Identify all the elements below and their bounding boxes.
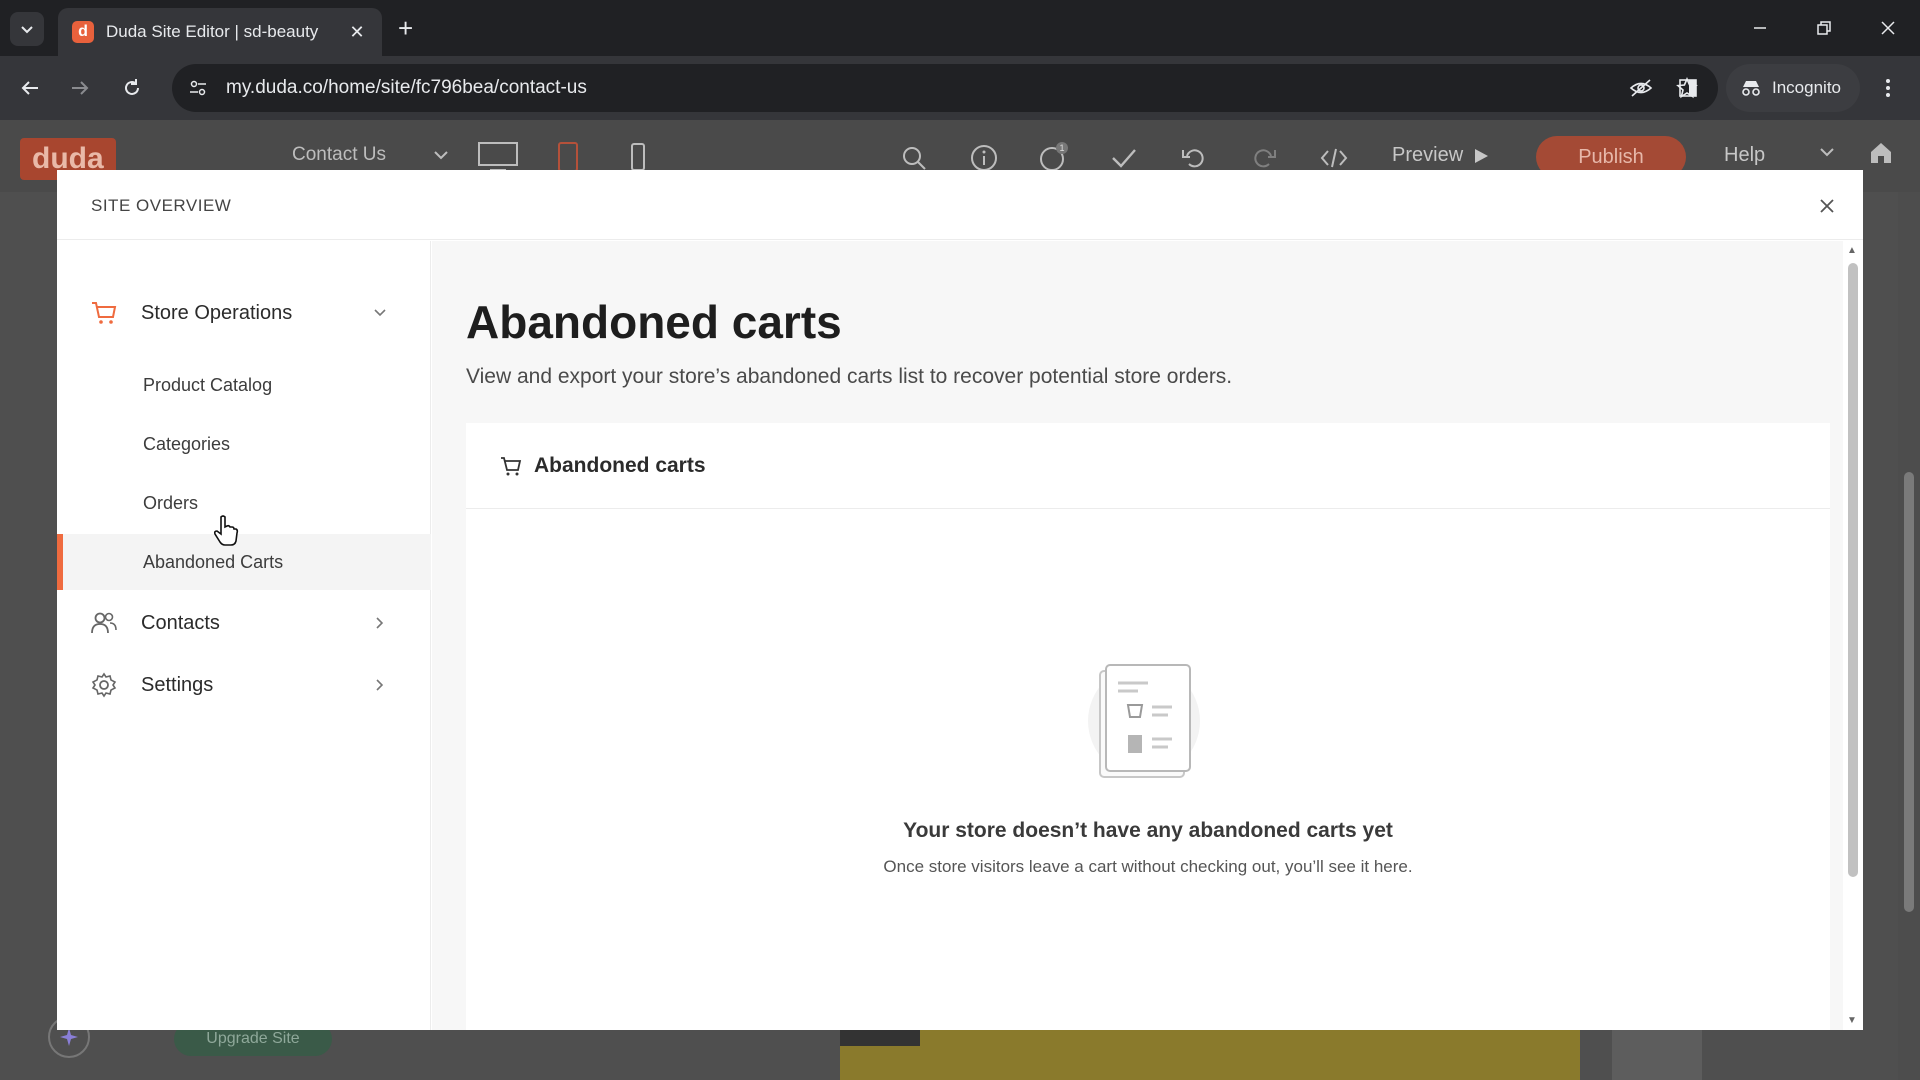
- sidebar-item-orders[interactable]: Orders: [57, 475, 431, 531]
- card-header: Abandoned carts: [466, 423, 1830, 509]
- restore-button[interactable]: [1792, 0, 1856, 56]
- preview-button[interactable]: Preview: [1392, 144, 1489, 167]
- chevron-down-icon: [21, 26, 33, 34]
- card-title: Abandoned carts: [534, 453, 706, 477]
- redo-icon: [1254, 149, 1276, 168]
- sidebar-item-abandoned-carts[interactable]: Abandoned Carts: [57, 534, 431, 590]
- home-icon: [1871, 143, 1891, 163]
- site-section-block: [1612, 1030, 1702, 1080]
- incognito-label: Incognito: [1772, 78, 1841, 97]
- incognito-icon: [1742, 81, 1760, 96]
- minimize-icon: [1754, 27, 1766, 29]
- site-info-icon[interactable]: [188, 78, 208, 98]
- help-button[interactable]: Help: [1724, 144, 1765, 167]
- tab-search-button[interactable]: [10, 12, 44, 46]
- scroll-down-icon[interactable]: ▼: [1847, 1015, 1857, 1026]
- close-window-button[interactable]: [1856, 0, 1920, 56]
- desktop-view-button[interactable]: [478, 142, 518, 172]
- site-section-strip: [840, 1030, 920, 1046]
- sidebar-item-product-catalog[interactable]: Product Catalog: [57, 357, 431, 413]
- browser-tab-active[interactable]: d Duda Site Editor | sd-beauty ✕: [58, 8, 382, 56]
- sidebar-group-label: Store Operations: [141, 301, 293, 324]
- gear-icon: [91, 672, 117, 698]
- code-icon: [1320, 148, 1348, 168]
- modal-scrollbar[interactable]: ▲ ▼: [1843, 241, 1863, 1030]
- page-subtitle: View and export your store’s abandoned c…: [466, 365, 1233, 388]
- tablet-view-button[interactable]: [548, 142, 588, 172]
- canvas-scroll-thumb[interactable]: [1904, 472, 1914, 912]
- mobile-view-button[interactable]: [618, 142, 658, 172]
- window-controls: [1728, 0, 1920, 56]
- abandoned-carts-card: Abandoned carts Your store doesn’t have …: [466, 423, 1830, 1030]
- help-chevron-icon[interactable]: [1820, 144, 1834, 162]
- minimize-button[interactable]: [1728, 0, 1792, 56]
- restore-icon: [1817, 21, 1831, 35]
- site-overview-modal: SITE OVERVIEW Store Operations Product C…: [57, 170, 1863, 1030]
- preview-label: Preview: [1392, 144, 1464, 166]
- chevron-right-icon: [365, 617, 395, 629]
- modal-title: SITE OVERVIEW: [91, 196, 232, 215]
- duda-favicon-icon: d: [72, 21, 94, 43]
- browser-menu-button[interactable]: [1872, 72, 1904, 104]
- arrow-left-icon: [21, 81, 38, 95]
- page-title: Abandoned carts: [466, 296, 842, 348]
- chevron-down-icon: [434, 151, 448, 160]
- desktop-icon: [478, 142, 518, 171]
- home-button[interactable]: [1868, 140, 1894, 171]
- sidebar-group-store-operations[interactable]: Store Operations: [57, 285, 431, 341]
- side-panel-icon: [1679, 79, 1697, 97]
- back-button[interactable]: [14, 72, 46, 104]
- site-section-preview: [840, 1030, 1580, 1080]
- overview-main-content: Abandoned carts View and export your sto…: [432, 241, 1843, 1030]
- browser-tabstrip: d Duda Site Editor | sd-beauty ✕ +: [0, 0, 1920, 56]
- modal-scroll-thumb[interactable]: [1848, 263, 1858, 877]
- tablet-icon: [558, 142, 578, 172]
- page-selector-label: Contact Us: [292, 144, 386, 165]
- sidebar-item-categories[interactable]: Categories: [57, 416, 431, 472]
- chevron-right-icon: [365, 679, 395, 691]
- modal-close-button[interactable]: [1813, 192, 1841, 220]
- empty-state-document-icon: [1082, 659, 1206, 788]
- reload-button[interactable]: [116, 72, 148, 104]
- empty-state-subtitle: Once store visitors leave a cart without…: [883, 857, 1413, 876]
- new-tab-button[interactable]: +: [398, 14, 413, 42]
- info-icon: [971, 145, 997, 171]
- people-icon: [91, 610, 117, 636]
- browser-toolbar: my.duda.co/home/site/fc796bea/contact-us…: [0, 56, 1920, 120]
- close-icon: [1881, 21, 1895, 35]
- tracking-blocked-icon[interactable]: [1626, 73, 1656, 103]
- cart-icon: [91, 300, 117, 326]
- arrow-right-icon: [72, 81, 89, 95]
- modal-header: SITE OVERVIEW: [57, 170, 1863, 240]
- sparkle-icon: [60, 1028, 78, 1046]
- side-panel-button[interactable]: [1672, 72, 1704, 104]
- page-selector[interactable]: Contact Us: [292, 144, 448, 166]
- checkmark-icon: [1112, 149, 1136, 168]
- undo-icon: [1182, 149, 1204, 168]
- notification-count: 1: [1059, 143, 1064, 153]
- forward-button[interactable]: [64, 72, 96, 104]
- search-icon: [903, 147, 926, 170]
- mobile-icon: [631, 143, 645, 171]
- close-icon: [1820, 199, 1834, 213]
- kebab-menu-icon: [1886, 79, 1890, 97]
- address-bar[interactable]: my.duda.co/home/site/fc796bea/contact-us: [172, 64, 1718, 112]
- chevron-down-icon: [365, 309, 395, 317]
- tab-title: Duda Site Editor | sd-beauty: [106, 22, 319, 41]
- incognito-badge[interactable]: Incognito: [1726, 64, 1860, 112]
- sidebar-group-label: Contacts: [141, 611, 220, 634]
- canvas-scrollbar[interactable]: [1898, 192, 1920, 1080]
- sidebar-group-contacts[interactable]: Contacts: [57, 595, 431, 651]
- cart-icon: [501, 456, 522, 475]
- sidebar-group-label: Settings: [141, 673, 214, 696]
- play-icon: [1475, 148, 1489, 163]
- url-text[interactable]: my.duda.co/home/site/fc796bea/contact-us: [226, 77, 1610, 99]
- scroll-up-icon[interactable]: ▲: [1847, 245, 1857, 256]
- reload-icon: [125, 79, 139, 95]
- overview-sidebar: Store Operations Product Catalog Categor…: [57, 241, 431, 1030]
- tab-close-icon[interactable]: ✕: [346, 22, 368, 43]
- empty-state-title: Your store doesn’t have any abandoned ca…: [903, 819, 1393, 842]
- sidebar-group-settings[interactable]: Settings: [57, 657, 431, 713]
- mouse-cursor-icon: [213, 515, 239, 552]
